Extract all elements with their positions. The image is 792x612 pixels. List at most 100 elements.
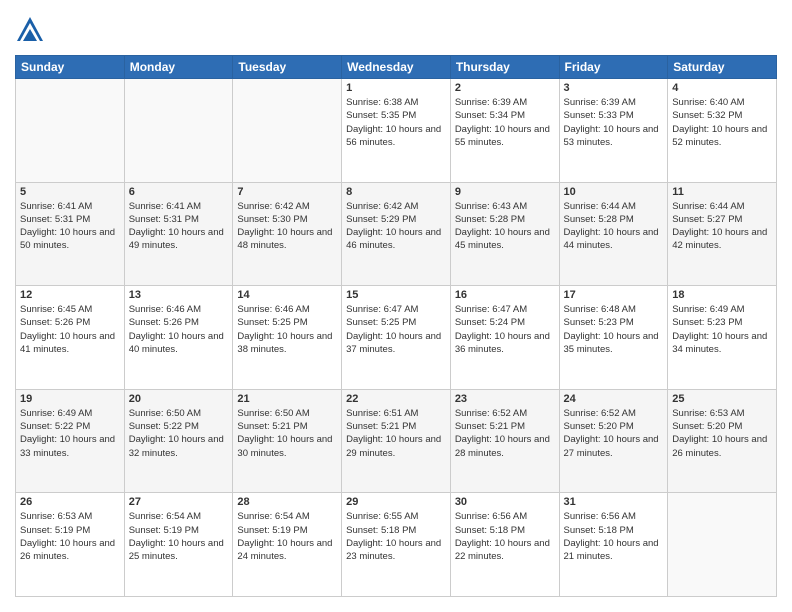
calendar-week-row: 1 Sunrise: 6:38 AM Sunset: 5:35 PM Daylig… <box>16 79 777 183</box>
calendar-cell: 15 Sunrise: 6:47 AM Sunset: 5:25 PM Dayli… <box>342 286 451 390</box>
day-number: 20 <box>129 393 229 405</box>
calendar-cell: 29 Sunrise: 6:55 AM Sunset: 5:18 PM Dayli… <box>342 493 451 597</box>
weekday-header: Thursday <box>450 56 559 79</box>
calendar-cell: 23 Sunrise: 6:52 AM Sunset: 5:21 PM Dayli… <box>450 389 559 493</box>
calendar-cell: 20 Sunrise: 6:50 AM Sunset: 5:22 PM Dayli… <box>124 389 233 493</box>
day-number: 30 <box>455 496 555 508</box>
day-info: Sunrise: 6:41 AM Sunset: 5:31 PM Dayligh… <box>129 200 229 253</box>
logo <box>15 15 47 45</box>
day-number: 29 <box>346 496 446 508</box>
calendar-cell <box>233 79 342 183</box>
day-number: 21 <box>237 393 337 405</box>
calendar-cell: 30 Sunrise: 6:56 AM Sunset: 5:18 PM Dayli… <box>450 493 559 597</box>
day-number: 7 <box>237 186 337 198</box>
day-info: Sunrise: 6:39 AM Sunset: 5:33 PM Dayligh… <box>564 96 664 149</box>
day-number: 31 <box>564 496 664 508</box>
weekday-header: Wednesday <box>342 56 451 79</box>
day-number: 1 <box>346 82 446 94</box>
calendar-cell: 2Sunrise: 6:39 AM Sunset: 5:34 PM Daylig… <box>450 79 559 183</box>
calendar-cell: 3Sunrise: 6:39 AM Sunset: 5:33 PM Daylig… <box>559 79 668 183</box>
calendar-cell: 7Sunrise: 6:42 AM Sunset: 5:30 PM Daylig… <box>233 182 342 286</box>
day-info: Sunrise: 6:47 AM Sunset: 5:24 PM Dayligh… <box>455 303 555 356</box>
calendar-week-row: 12 Sunrise: 6:45 AM Sunset: 5:26 PM Dayli… <box>16 286 777 390</box>
day-info: Sunrise: 6:41 AM Sunset: 5:31 PM Dayligh… <box>20 200 120 253</box>
day-number: 6 <box>129 186 229 198</box>
day-number: 12 <box>20 289 120 301</box>
calendar-cell: 6 Sunrise: 6:41 AM Sunset: 5:31 PM Daylig… <box>124 182 233 286</box>
day-number: 13 <box>129 289 229 301</box>
day-info: Sunrise: 6:56 AM Sunset: 5:18 PM Dayligh… <box>455 510 555 563</box>
calendar-cell: 8 Sunrise: 6:42 AM Sunset: 5:29 PM Daylig… <box>342 182 451 286</box>
day-number: 28 <box>237 496 337 508</box>
day-info: Sunrise: 6:49 AM Sunset: 5:23 PM Dayligh… <box>672 303 772 356</box>
calendar-cell <box>668 493 777 597</box>
day-info: Sunrise: 6:46 AM Sunset: 5:26 PM Dayligh… <box>129 303 229 356</box>
day-info: Sunrise: 6:54 AM Sunset: 5:19 PM Dayligh… <box>129 510 229 563</box>
weekday-header: Friday <box>559 56 668 79</box>
day-info: Sunrise: 6:53 AM Sunset: 5:20 PM Dayligh… <box>672 407 772 460</box>
day-info: Sunrise: 6:50 AM Sunset: 5:22 PM Dayligh… <box>129 407 229 460</box>
calendar-cell: 12 Sunrise: 6:45 AM Sunset: 5:26 PM Dayli… <box>16 286 125 390</box>
day-info: Sunrise: 6:53 AM Sunset: 5:19 PM Dayligh… <box>20 510 120 563</box>
day-info: Sunrise: 6:45 AM Sunset: 5:26 PM Dayligh… <box>20 303 120 356</box>
calendar-cell: 19 Sunrise: 6:49 AM Sunset: 5:22 PM Dayli… <box>16 389 125 493</box>
day-info: Sunrise: 6:44 AM Sunset: 5:27 PM Dayligh… <box>672 200 772 253</box>
day-number: 8 <box>346 186 446 198</box>
day-info: Sunrise: 6:55 AM Sunset: 5:18 PM Dayligh… <box>346 510 446 563</box>
day-number: 24 <box>564 393 664 405</box>
weekday-header: Saturday <box>668 56 777 79</box>
day-info: Sunrise: 6:38 AM Sunset: 5:35 PM Dayligh… <box>346 96 446 149</box>
day-info: Sunrise: 6:43 AM Sunset: 5:28 PM Dayligh… <box>455 200 555 253</box>
day-number: 19 <box>20 393 120 405</box>
day-number: 9 <box>455 186 555 198</box>
calendar-cell: 1 Sunrise: 6:38 AM Sunset: 5:35 PM Daylig… <box>342 79 451 183</box>
day-number: 5 <box>20 186 120 198</box>
day-info: Sunrise: 6:48 AM Sunset: 5:23 PM Dayligh… <box>564 303 664 356</box>
day-number: 10 <box>564 186 664 198</box>
day-info: Sunrise: 6:49 AM Sunset: 5:22 PM Dayligh… <box>20 407 120 460</box>
calendar-cell: 5 Sunrise: 6:41 AM Sunset: 5:31 PM Daylig… <box>16 182 125 286</box>
calendar-cell: 27 Sunrise: 6:54 AM Sunset: 5:19 PM Dayli… <box>124 493 233 597</box>
header <box>15 15 777 45</box>
calendar-cell: 18 Sunrise: 6:49 AM Sunset: 5:23 PM Dayli… <box>668 286 777 390</box>
day-number: 22 <box>346 393 446 405</box>
day-info: Sunrise: 6:47 AM Sunset: 5:25 PM Dayligh… <box>346 303 446 356</box>
calendar-cell: 31 Sunrise: 6:56 AM Sunset: 5:18 PM Dayli… <box>559 493 668 597</box>
calendar-cell: 16Sunrise: 6:47 AM Sunset: 5:24 PM Dayli… <box>450 286 559 390</box>
calendar-week-row: 26 Sunrise: 6:53 AM Sunset: 5:19 PM Dayli… <box>16 493 777 597</box>
calendar-cell: 25Sunrise: 6:53 AM Sunset: 5:20 PM Dayli… <box>668 389 777 493</box>
calendar: SundayMondayTuesdayWednesdayThursdayFrid… <box>15 55 777 597</box>
day-info: Sunrise: 6:52 AM Sunset: 5:21 PM Dayligh… <box>455 407 555 460</box>
day-number: 4 <box>672 82 772 94</box>
calendar-week-row: 5 Sunrise: 6:41 AM Sunset: 5:31 PM Daylig… <box>16 182 777 286</box>
calendar-cell: 22 Sunrise: 6:51 AM Sunset: 5:21 PM Dayli… <box>342 389 451 493</box>
day-info: Sunrise: 6:44 AM Sunset: 5:28 PM Dayligh… <box>564 200 664 253</box>
day-info: Sunrise: 6:54 AM Sunset: 5:19 PM Dayligh… <box>237 510 337 563</box>
calendar-cell: 9 Sunrise: 6:43 AM Sunset: 5:28 PM Daylig… <box>450 182 559 286</box>
day-info: Sunrise: 6:50 AM Sunset: 5:21 PM Dayligh… <box>237 407 337 460</box>
day-number: 27 <box>129 496 229 508</box>
weekday-header-row: SundayMondayTuesdayWednesdayThursdayFrid… <box>16 56 777 79</box>
calendar-cell: 4Sunrise: 6:40 AM Sunset: 5:32 PM Daylig… <box>668 79 777 183</box>
day-number: 23 <box>455 393 555 405</box>
calendar-cell: 24 Sunrise: 6:52 AM Sunset: 5:20 PM Dayli… <box>559 389 668 493</box>
day-info: Sunrise: 6:51 AM Sunset: 5:21 PM Dayligh… <box>346 407 446 460</box>
day-number: 11 <box>672 186 772 198</box>
calendar-cell: 28 Sunrise: 6:54 AM Sunset: 5:19 PM Dayli… <box>233 493 342 597</box>
day-info: Sunrise: 6:56 AM Sunset: 5:18 PM Dayligh… <box>564 510 664 563</box>
calendar-cell: 21 Sunrise: 6:50 AM Sunset: 5:21 PM Dayli… <box>233 389 342 493</box>
day-number: 15 <box>346 289 446 301</box>
day-number: 14 <box>237 289 337 301</box>
weekday-header: Tuesday <box>233 56 342 79</box>
day-info: Sunrise: 6:42 AM Sunset: 5:29 PM Dayligh… <box>346 200 446 253</box>
calendar-week-row: 19 Sunrise: 6:49 AM Sunset: 5:22 PM Dayli… <box>16 389 777 493</box>
day-info: Sunrise: 6:52 AM Sunset: 5:20 PM Dayligh… <box>564 407 664 460</box>
day-number: 26 <box>20 496 120 508</box>
day-number: 18 <box>672 289 772 301</box>
calendar-cell: 17 Sunrise: 6:48 AM Sunset: 5:23 PM Dayli… <box>559 286 668 390</box>
calendar-cell <box>16 79 125 183</box>
day-number: 17 <box>564 289 664 301</box>
calendar-cell: 10 Sunrise: 6:44 AM Sunset: 5:28 PM Dayli… <box>559 182 668 286</box>
calendar-cell: 26 Sunrise: 6:53 AM Sunset: 5:19 PM Dayli… <box>16 493 125 597</box>
calendar-cell: 11 Sunrise: 6:44 AM Sunset: 5:27 PM Dayli… <box>668 182 777 286</box>
